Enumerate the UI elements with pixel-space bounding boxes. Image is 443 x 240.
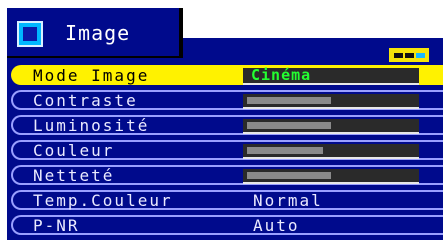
menu-item-label: Mode Image — [33, 66, 150, 85]
contrast-slider[interactable] — [243, 94, 419, 109]
menu-item-color[interactable]: Couleur — [11, 140, 443, 160]
signal-indicator-icon — [389, 48, 429, 62]
menu-item-label: Netteté — [33, 166, 115, 185]
menu-item-label: Couleur — [33, 141, 115, 160]
menu-item-brightness[interactable]: Luminosité — [11, 115, 443, 135]
sharpness-slider[interactable] — [243, 169, 419, 184]
pnr-value: Auto — [253, 216, 300, 235]
color-slider-fill — [247, 147, 323, 154]
color-temp-value: Normal — [253, 191, 323, 210]
menu-item-label: Luminosité — [33, 116, 150, 135]
menu-title: Image — [65, 21, 131, 45]
menu-item-pnr[interactable]: P-NR Auto — [11, 215, 443, 235]
brightness-slider-fill — [247, 122, 331, 129]
sharpness-slider-fill — [247, 172, 331, 179]
menu-item-label: Temp.Couleur — [33, 191, 173, 210]
menu-item-color-temp[interactable]: Temp.Couleur Normal — [11, 190, 443, 210]
menu-item-label: Contraste — [33, 91, 138, 110]
menu-item-mode-image[interactable]: Mode Image Cinéma — [11, 65, 443, 85]
menu-tab-image: Image — [7, 8, 183, 58]
menu-item-label: P-NR — [33, 216, 80, 235]
mode-image-value: Cinéma — [251, 66, 312, 84]
image-icon — [17, 21, 43, 47]
brightness-slider[interactable] — [243, 119, 419, 134]
contrast-slider-fill — [247, 97, 331, 104]
menu-item-contrast[interactable]: Contraste — [11, 90, 443, 110]
menu-item-sharpness[interactable]: Netteté — [11, 165, 443, 185]
color-slider[interactable] — [243, 144, 419, 159]
mode-image-select[interactable]: Cinéma — [243, 66, 419, 85]
